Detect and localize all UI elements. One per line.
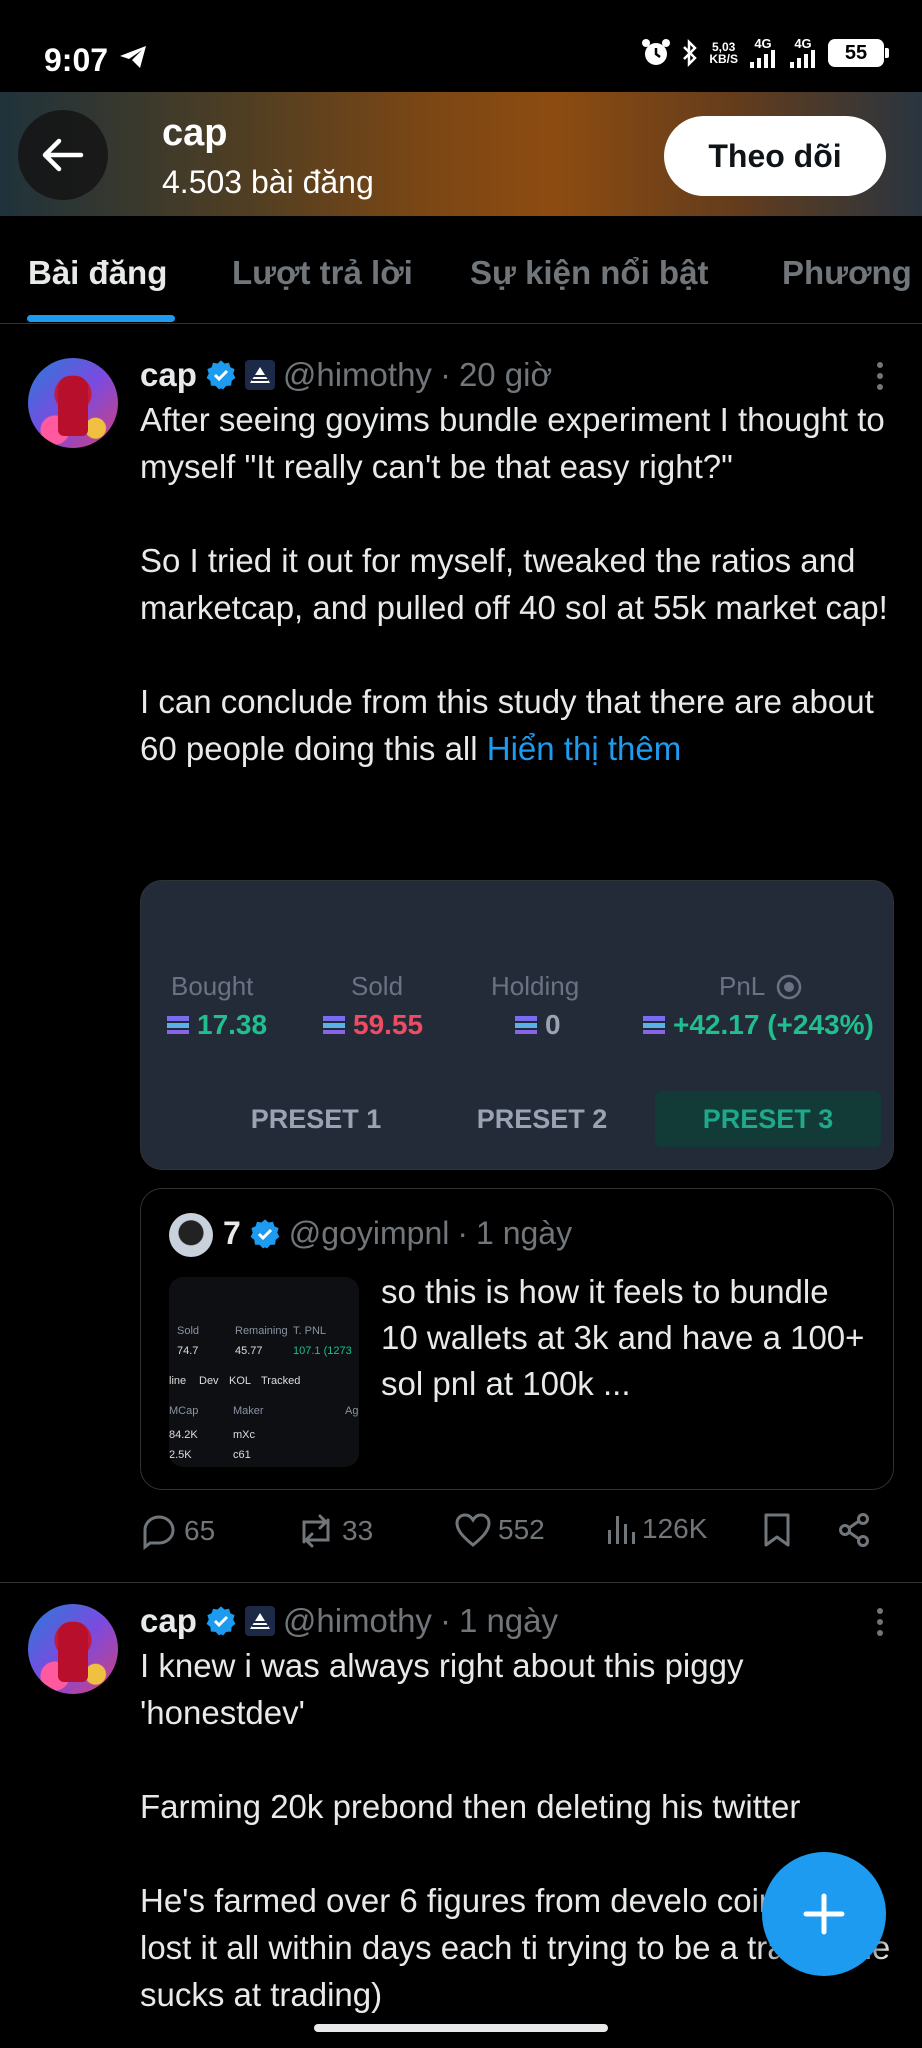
show-more-link[interactable]: Hiển thị thêm <box>487 730 681 767</box>
tab-posts[interactable]: Bài đăng <box>28 254 167 292</box>
reply-icon <box>143 1515 175 1550</box>
post-header: cap @himothy · 1 ngày <box>140 1602 559 1640</box>
signal-bars-icon <box>750 50 775 68</box>
stat-value-pnl: +42.17 (+243%) <box>643 1009 874 1041</box>
more-options-icon[interactable] <box>874 360 886 392</box>
repost-count: 33 <box>342 1515 374 1546</box>
post-count: 4.503 bài đăng <box>162 164 374 200</box>
quoted-author-name: 7 <box>223 1215 241 1251</box>
arrow-left-icon <box>42 138 84 172</box>
author-name[interactable]: cap <box>140 356 197 394</box>
repost-button[interactable]: 33 <box>296 1512 373 1550</box>
bookmark-button[interactable] <box>762 1512 792 1548</box>
signal-4g-1: 4G <box>748 37 778 68</box>
like-button[interactable]: 552 <box>454 1512 545 1548</box>
tab-highlights[interactable]: Sự kiện nổi bật <box>470 254 708 292</box>
solana-icon <box>515 1016 537 1034</box>
bluetooth-icon <box>683 38 698 68</box>
verified-badge-icon <box>250 1218 280 1248</box>
profile-tabs: Bài đăng Lượt trả lời Sự kiện nổi bật Ph… <box>0 216 922 324</box>
solana-icon <box>167 1016 189 1034</box>
plus-icon <box>803 1893 845 1935</box>
preset-2: PRESET 2 <box>476 1103 608 1134</box>
post-image[interactable]: Bought Sold Holding PnL 17.38 59.55 0 +4… <box>140 880 894 1170</box>
status-bar: 9:07 5,03 KB/S 4G 4G 55 <box>0 0 922 92</box>
avatar[interactable] <box>169 1213 213 1257</box>
avatar[interactable] <box>28 358 118 448</box>
quoted-post-time: 1 ngày <box>476 1215 573 1251</box>
post-divider <box>0 1582 922 1583</box>
home-indicator[interactable] <box>314 2024 608 2032</box>
battery-indicator: 55 <box>828 39 889 67</box>
like-count: 552 <box>498 1514 545 1545</box>
verified-badge-icon <box>206 1606 236 1636</box>
compose-button[interactable] <box>762 1852 886 1976</box>
tab-replies[interactable]: Lượt trả lời <box>232 254 413 292</box>
heart-icon <box>455 1513 491 1547</box>
solana-icon <box>323 1016 345 1034</box>
stat-label-pnl: PnL <box>719 971 803 1002</box>
alarm-icon <box>642 39 671 65</box>
post-text: After seeing goyims bundle experiment I … <box>140 401 888 767</box>
post-actions: 65 33 552 126K <box>140 1512 880 1564</box>
preset-1: PRESET 1 <box>250 1103 382 1134</box>
share-button[interactable] <box>836 1512 872 1548</box>
profile-name: cap <box>162 112 228 154</box>
stat-label-holding: Holding <box>491 971 580 1001</box>
stat-value-bought: 17.38 <box>167 1009 267 1041</box>
share-icon <box>839 1513 869 1547</box>
active-tab-indicator <box>27 315 175 322</box>
view-count: 126K <box>642 1513 708 1544</box>
network-speed: 5,03 KB/S <box>709 40 738 66</box>
preset-3: PRESET 3 <box>655 1091 881 1147</box>
stat-label-bought: Bought <box>171 971 254 1001</box>
author-handle[interactable]: @himothy <box>283 356 432 394</box>
quoted-post[interactable]: 7 @goyimpnl · 1 ngày Sold Remaining T. P… <box>140 1188 894 1490</box>
post-header: cap @himothy · 20 giờ <box>140 356 553 394</box>
verified-badge-icon <box>206 360 236 390</box>
solana-icon <box>643 1016 665 1034</box>
post-time[interactable]: 1 ngày <box>459 1602 558 1640</box>
affiliate-badge-icon <box>244 360 275 390</box>
reply-count: 65 <box>184 1515 216 1546</box>
refresh-circle-icon <box>777 974 802 999</box>
affiliate-badge-icon <box>244 1606 275 1636</box>
views-button[interactable]: 126K <box>606 1512 707 1546</box>
signal-bars-icon <box>790 50 815 68</box>
avatar[interactable] <box>28 1604 118 1694</box>
stat-label-sold: Sold <box>351 971 404 1001</box>
quoted-author-handle: @goyimpnl <box>288 1215 450 1251</box>
follow-button[interactable]: Theo dõi <box>664 116 886 196</box>
signal-4g-2: 4G <box>788 37 818 68</box>
post[interactable]: cap @himothy · 1 ngày I knew i was alway… <box>0 1602 922 2048</box>
quoted-text: so this is how it feels to bundle 10 wal… <box>381 1273 865 1402</box>
quoted-header: 7 @goyimpnl · 1 ngày <box>223 1215 573 1251</box>
stat-value-sold: 59.55 <box>323 1009 423 1041</box>
reply-button[interactable]: 65 <box>140 1512 215 1550</box>
post-time[interactable]: 20 giờ <box>459 356 552 394</box>
repost-icon <box>302 1514 330 1548</box>
status-time: 9:07 <box>44 42 109 78</box>
stat-value-holding: 0 <box>515 1009 561 1041</box>
tab-articles[interactable]: Phương <box>782 254 912 292</box>
bookmark-icon <box>764 1513 790 1547</box>
more-options-icon[interactable] <box>874 1606 886 1638</box>
back-button[interactable] <box>18 110 108 200</box>
views-chart-icon <box>608 1516 635 1544</box>
author-name[interactable]: cap <box>140 1602 197 1640</box>
author-handle[interactable]: @himothy <box>283 1602 432 1640</box>
quoted-image-thumbnail[interactable]: Sold Remaining T. PNL 74.7 45.77 107.1 (… <box>169 1277 359 1467</box>
telegram-send-icon <box>120 46 146 68</box>
profile-header: cap 4.503 bài đăng Theo dõi <box>0 92 922 216</box>
